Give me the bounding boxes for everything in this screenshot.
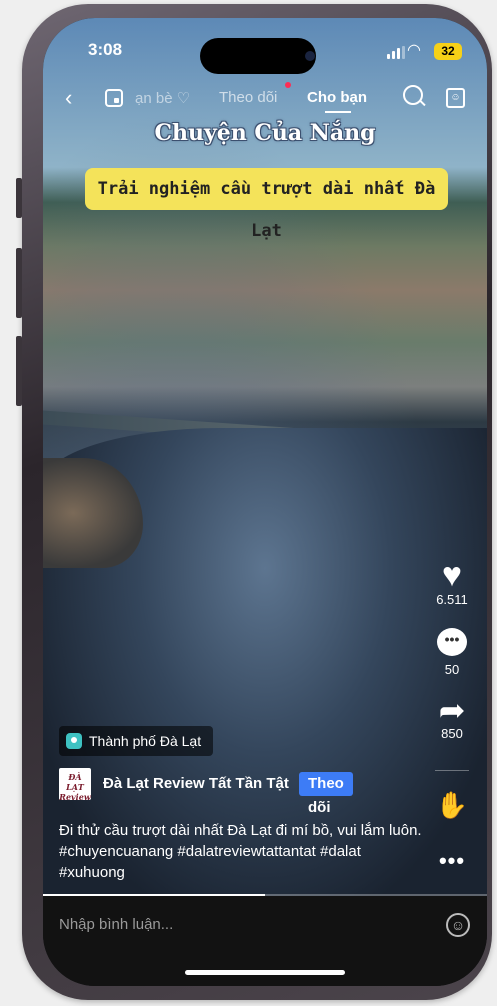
comment-input[interactable]: Nhập bình luận... [59, 916, 173, 933]
rail-divider [435, 770, 469, 771]
screen: 3:08 ◠ 32 ‹ ạn bè ♡ Theo dõi Cho bạn ☺ C… [43, 18, 487, 986]
back-arrow-icon[interactable]: ‹ [65, 85, 72, 111]
more-button[interactable]: ••• [429, 848, 475, 874]
live-icon[interactable] [105, 89, 123, 107]
video-title-overlay: Chuyện Của Nắng [154, 120, 376, 146]
video-player[interactable] [43, 18, 487, 896]
profile-icon[interactable]: ☺ [446, 88, 465, 108]
status-bar: 3:08 ◠ 32 [43, 18, 487, 78]
share-button[interactable]: ➦ 850 [429, 694, 475, 741]
avatar-logo-text: ĐÀ LẠT Review [59, 772, 91, 802]
emoji-icon[interactable]: ☺ [446, 913, 470, 937]
home-indicator[interactable] [185, 970, 345, 975]
comment-button[interactable]: ••• 50 [429, 628, 475, 677]
avatar[interactable]: ĐÀ LẠT Review [59, 768, 91, 802]
top-nav: ‹ ạn bè ♡ Theo dõi Cho bạn ☺ [43, 82, 487, 114]
more-icon: ••• [438, 848, 466, 873]
volume-up-button [16, 248, 22, 318]
like-count: 6.511 [436, 592, 468, 607]
location-tag[interactable]: Thành phố Đà Lạt [59, 726, 214, 756]
notification-dot [285, 82, 291, 88]
location-label: Thành phố Đà Lạt [89, 733, 202, 749]
dislike-button[interactable]: ✋ [429, 790, 475, 821]
video-caption[interactable]: Đi thử cầu trượt dài nhất Đà Lạt đi mí b… [59, 820, 429, 883]
dynamic-island [200, 38, 316, 74]
action-button [16, 178, 22, 218]
location-pin-icon [66, 733, 82, 749]
author-name[interactable]: Đà Lạt Review Tất Tần Tật [103, 775, 289, 792]
comment-count: 50 [444, 662, 460, 677]
tab-for-you[interactable]: Cho bạn [307, 89, 367, 106]
thumbs-down-icon: ✋ [435, 790, 469, 820]
comment-bubble-icon: ••• [437, 628, 467, 656]
wifi-icon: ◠ [407, 42, 421, 59]
tab-friends[interactable]: ạn bè ♡ [135, 89, 190, 107]
tab-following[interactable]: Theo dõi [219, 89, 277, 106]
camera-icon [305, 51, 315, 61]
search-icon[interactable] [403, 85, 423, 105]
video-subtitle-banner: Trải nghiệm cầu trượt dài nhất Đà Lạt [85, 168, 448, 241]
follow-button[interactable]: Theo dõi [299, 772, 353, 816]
heart-icon: ♥ [441, 556, 463, 594]
share-count: 850 [441, 726, 463, 741]
signal-icon [387, 46, 407, 64]
volume-down-button [16, 336, 22, 406]
battery-icon: 32 [434, 43, 462, 60]
like-button[interactable]: ♥ 6.511 [429, 558, 475, 607]
share-arrow-icon: ➦ [438, 692, 466, 728]
status-time: 3:08 [88, 40, 123, 59]
active-tab-indicator [325, 111, 351, 113]
